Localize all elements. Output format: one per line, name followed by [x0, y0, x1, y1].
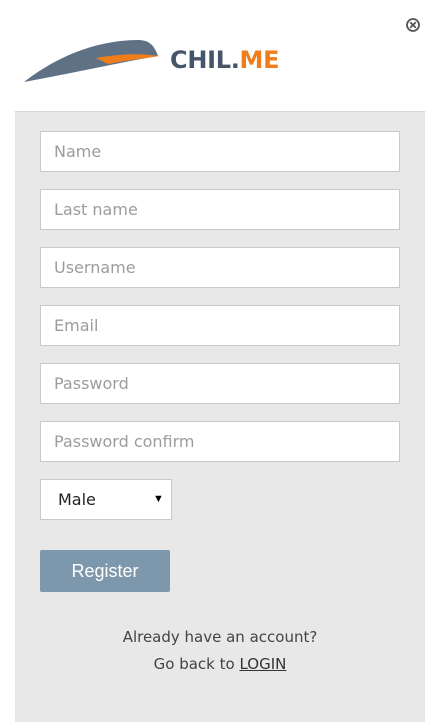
email-input[interactable] — [40, 305, 400, 346]
gender-select-value: Male — [58, 490, 96, 509]
registration-page: CHIL.ME Male ▼ Register Already have an … — [0, 0, 425, 722]
first-name-input[interactable] — [40, 131, 400, 172]
register-button[interactable]: Register — [40, 550, 170, 592]
chil-me-logo: CHIL.ME — [22, 26, 302, 88]
gender-select[interactable]: Male ▼ — [40, 479, 172, 520]
close-icon[interactable] — [405, 17, 421, 33]
account-question-text: Already have an account? — [122, 628, 318, 646]
go-back-text: Go back to — [153, 655, 235, 673]
registration-form-panel: Male ▼ Register Already have an account?… — [15, 111, 425, 722]
caret-down-icon: ▼ — [153, 493, 164, 505]
password-input[interactable] — [40, 363, 400, 404]
login-prompt: Go back to LOGIN — [15, 655, 425, 673]
last-name-input[interactable] — [40, 189, 400, 230]
login-link[interactable]: LOGIN — [239, 655, 286, 673]
username-input[interactable] — [40, 247, 400, 288]
brand-name: CHIL.ME — [170, 46, 280, 74]
password-confirm-input[interactable] — [40, 421, 400, 462]
wing-logo-icon — [24, 40, 159, 82]
